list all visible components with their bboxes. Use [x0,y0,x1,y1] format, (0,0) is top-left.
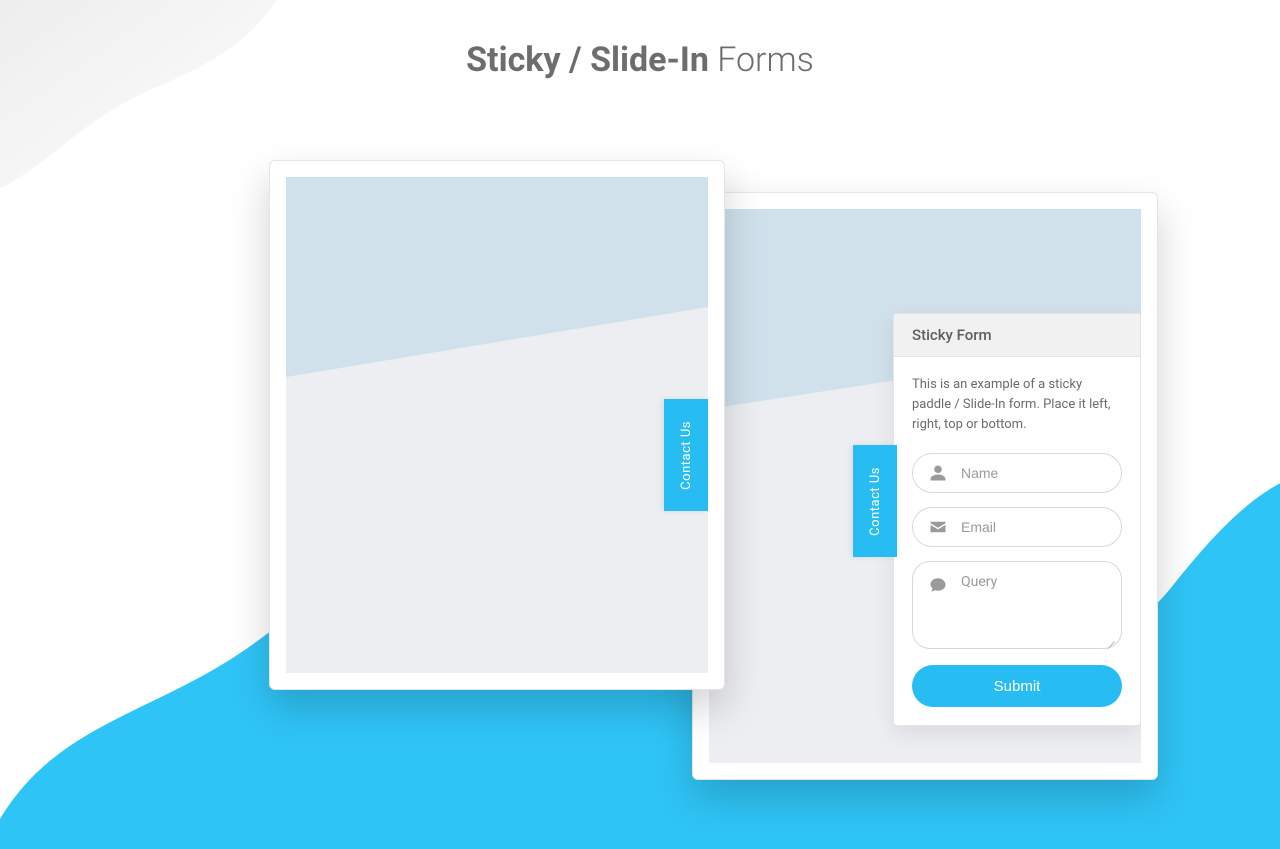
page-title-bold: Sticky / Slide-In [466,40,709,80]
contact-paddle[interactable]: Contact Us [664,399,708,511]
page-title-light: Forms [717,40,814,80]
decorative-blob-top-left [0,0,300,240]
page-title: Sticky / Slide-In Forms [0,40,1280,80]
user-icon [929,464,947,482]
contact-paddle-label: Contact Us [679,421,694,490]
sticky-form-description: This is an example of a sticky paddle / … [912,375,1122,435]
contact-paddle-expanded[interactable]: Contact Us [853,445,897,557]
sticky-form-card: Sticky Form This is an example of a stic… [893,313,1141,726]
sticky-form-heading: Sticky Form [894,314,1140,357]
name-field[interactable] [912,453,1122,493]
comment-icon [929,576,947,594]
email-field[interactable] [912,507,1122,547]
query-field[interactable] [912,561,1122,649]
hero-shape [286,177,708,377]
envelope-icon [929,518,947,536]
preview-panel-collapsed: Contact Us [269,160,725,690]
preview-panel-expanded: Contact Us Sticky Form This is an exampl… [692,192,1158,780]
resize-grip[interactable] [1105,632,1115,642]
preview-page-collapsed: Contact Us [286,177,708,673]
contact-paddle-label: Contact Us [868,467,883,536]
preview-page-expanded: Contact Us Sticky Form This is an exampl… [709,209,1141,763]
submit-button[interactable]: Submit [912,665,1122,707]
name-input[interactable] [961,465,1141,481]
email-input[interactable] [961,519,1141,535]
query-input[interactable] [961,574,1105,636]
